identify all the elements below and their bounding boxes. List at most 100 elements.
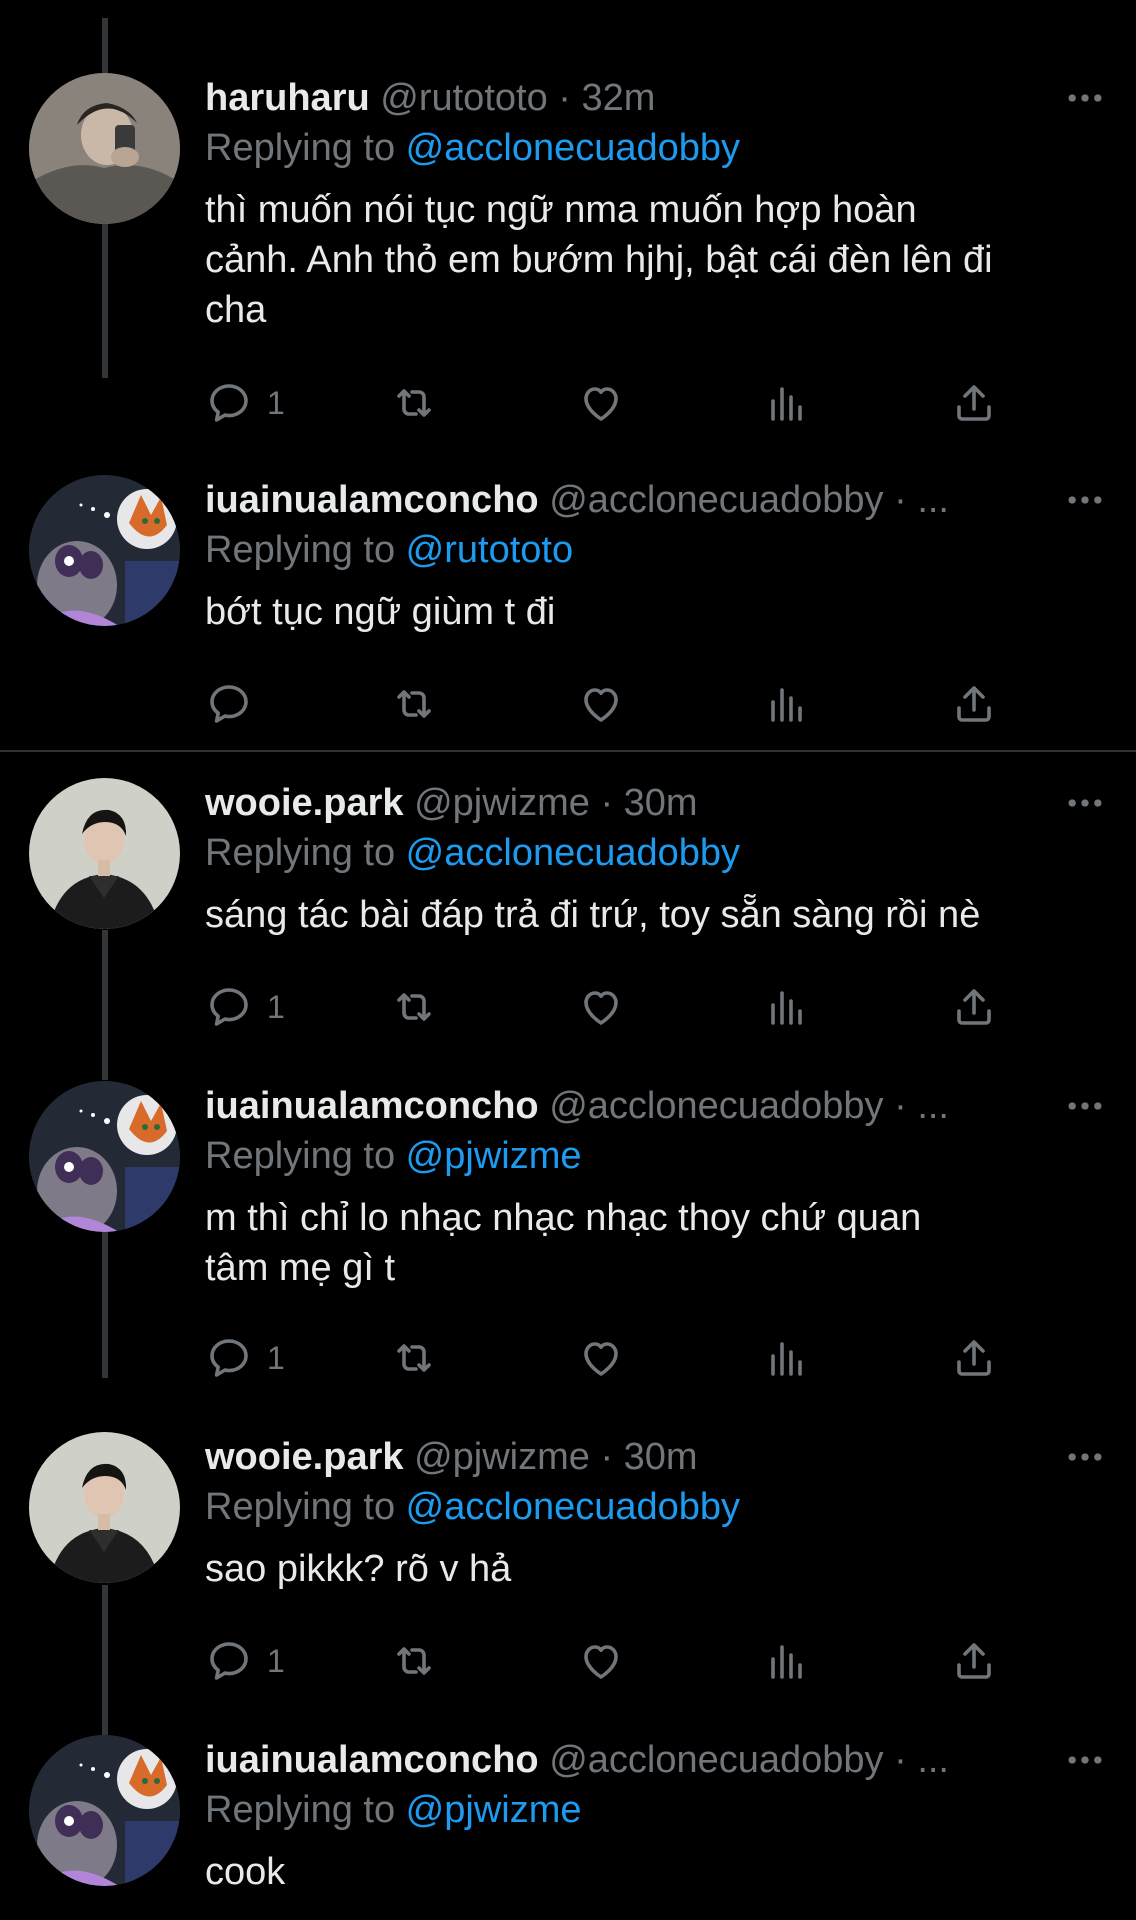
replying-to: Replying to @pjwizme	[205, 1131, 1095, 1181]
reply-count: 1	[267, 1642, 285, 1679]
share-icon	[950, 379, 998, 427]
share-button[interactable]	[950, 373, 998, 433]
replying-to-label: Replying to	[205, 127, 406, 169]
thread-connector	[102, 1228, 108, 1378]
retweet-button[interactable]	[390, 1631, 438, 1691]
reply-button[interactable]: 1	[205, 1328, 285, 1388]
retweet-button[interactable]	[390, 1328, 438, 1388]
retweet-icon	[390, 1334, 438, 1382]
timestamp: · ...	[894, 479, 949, 521]
display-name[interactable]: wooie.park	[205, 782, 404, 824]
avatar[interactable]	[29, 1432, 180, 1583]
reply-icon	[205, 379, 253, 427]
user-handle[interactable]: @acclonecuadobby	[549, 1085, 883, 1127]
timestamp: · 32m	[558, 77, 656, 119]
tweet-text: cook	[205, 1851, 286, 1893]
thread-divider	[0, 750, 1136, 752]
views-button[interactable]	[763, 373, 811, 433]
user-handle[interactable]: @acclonecuadobby	[549, 479, 883, 521]
share-button[interactable]	[950, 1631, 998, 1691]
avatar[interactable]	[29, 475, 180, 626]
tweet-actions: 1	[205, 977, 1025, 1037]
replying-to: Replying to @acclonecuadobby	[205, 828, 1095, 878]
share-icon	[950, 1637, 998, 1685]
share-button[interactable]	[950, 977, 998, 1037]
like-button[interactable]	[577, 1631, 625, 1691]
avatar[interactable]	[29, 778, 180, 929]
tweet-text: sao pikkk? rõ v hả	[205, 1548, 512, 1590]
reply-count: 1	[267, 1339, 285, 1376]
retweet-icon	[390, 680, 438, 728]
reply-button[interactable]: 1	[205, 1631, 285, 1691]
more-icon[interactable]	[1055, 778, 1115, 828]
retweet-button[interactable]	[390, 977, 438, 1037]
views-button[interactable]	[763, 1328, 811, 1388]
avatar[interactable]	[29, 73, 180, 224]
display-name[interactable]: iuainualamconcho	[205, 479, 539, 521]
timestamp: · 30m	[600, 782, 698, 824]
views-button[interactable]	[763, 1631, 811, 1691]
like-button[interactable]	[577, 373, 625, 433]
user-handle[interactable]: @pjwizme	[414, 782, 590, 824]
reply-count: 1	[267, 988, 285, 1025]
like-button[interactable]	[577, 1328, 625, 1388]
user-handle[interactable]: @pjwizme	[414, 1436, 590, 1478]
reply-icon	[205, 680, 253, 728]
tweet-actions: 1	[205, 373, 1025, 433]
replying-to-mention[interactable]: @pjwizme	[406, 1789, 582, 1831]
more-icon[interactable]	[1055, 1081, 1115, 1131]
tweet-actions: 1	[205, 1328, 1025, 1388]
tweet-header: haruharu @rutototo · 32m	[205, 73, 1035, 123]
replying-to-label: Replying to	[205, 1789, 406, 1831]
thread-connector	[102, 930, 108, 1080]
tweet-header: wooie.park @pjwizme · 30m	[205, 1432, 1035, 1482]
replying-to-mention[interactable]: @pjwizme	[406, 1135, 582, 1177]
replying-to: Replying to @acclonecuadobby	[205, 123, 1095, 173]
display-name[interactable]: wooie.park	[205, 1436, 404, 1478]
reply-count: 1	[267, 384, 285, 421]
reply-button[interactable]: 1	[205, 977, 285, 1037]
replying-to-mention[interactable]: @acclonecuadobby	[406, 1486, 740, 1528]
replying-to: Replying to @rutototo	[205, 525, 1095, 575]
views-button[interactable]	[763, 977, 811, 1037]
share-button[interactable]	[950, 1328, 998, 1388]
reply-button[interactable]: 1	[205, 373, 285, 433]
views-button[interactable]	[763, 674, 811, 734]
display-name[interactable]: haruharu	[205, 77, 370, 119]
replying-to: Replying to @pjwizme	[205, 1785, 1095, 1835]
tweet-text: bớt tục ngữ giùm t đi	[205, 591, 556, 633]
replying-to-mention[interactable]: @acclonecuadobby	[406, 832, 740, 874]
timestamp: · ...	[894, 1085, 949, 1127]
replying-to-label: Replying to	[205, 529, 406, 571]
retweet-icon	[390, 1637, 438, 1685]
replying-to-mention[interactable]: @rutototo	[406, 529, 573, 571]
display-name[interactable]: iuainualamconcho	[205, 1085, 539, 1127]
retweet-button[interactable]	[390, 674, 438, 734]
heart-icon	[577, 379, 625, 427]
avatar[interactable]	[29, 1735, 180, 1886]
replying-to: Replying to @acclonecuadobby	[205, 1482, 1095, 1532]
avatar[interactable]	[29, 1081, 180, 1232]
user-handle[interactable]: @acclonecuadobby	[549, 1739, 883, 1781]
share-button[interactable]	[950, 674, 998, 734]
more-icon[interactable]	[1055, 475, 1115, 525]
heart-icon	[577, 680, 625, 728]
display-name[interactable]: iuainualamconcho	[205, 1739, 539, 1781]
retweet-button[interactable]	[390, 373, 438, 433]
like-button[interactable]	[577, 674, 625, 734]
tweet-header: iuainualamconcho @acclonecuadobby · ...	[205, 1081, 1035, 1131]
user-handle[interactable]: @rutototo	[380, 77, 547, 119]
views-icon	[763, 1334, 811, 1382]
replying-to-label: Replying to	[205, 1486, 406, 1528]
replying-to-mention[interactable]: @acclonecuadobby	[406, 127, 740, 169]
more-icon[interactable]	[1055, 73, 1115, 123]
timestamp: · ...	[894, 1739, 949, 1781]
retweet-icon	[390, 379, 438, 427]
like-button[interactable]	[577, 977, 625, 1037]
timestamp: · 30m	[600, 1436, 698, 1478]
views-icon	[763, 680, 811, 728]
views-icon	[763, 983, 811, 1031]
reply-button[interactable]	[205, 674, 267, 734]
more-icon[interactable]	[1055, 1432, 1115, 1482]
more-icon[interactable]	[1055, 1735, 1115, 1785]
